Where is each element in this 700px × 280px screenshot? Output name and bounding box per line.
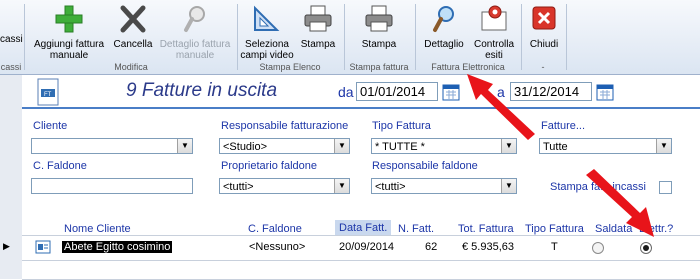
- cell-tipo-fattura: T: [551, 241, 558, 253]
- group-stampa-elenco: Stampa Elenco: [259, 62, 321, 72]
- incassi-button[interactable]: cassi: [0, 34, 23, 45]
- aggiungi-label: Aggiungi fattura manuale: [33, 39, 105, 61]
- ribbon-toolbar: cassi cassi Aggiungi fattura manuale Can…: [0, 0, 700, 75]
- add-plus-icon: [55, 5, 83, 33]
- tipo-fattura-label: Tipo Fattura: [372, 120, 431, 132]
- proprietario-faldone-value: <tutti>: [223, 181, 254, 193]
- ribbon-separator: [237, 4, 238, 70]
- close-icon: [532, 6, 556, 30]
- ribbon-separator: [344, 4, 345, 70]
- stampa-elenco-button[interactable]: Stampa: [296, 4, 340, 50]
- printer-icon: [365, 5, 393, 32]
- new-record-row: [22, 261, 700, 280]
- tipo-fattura-combo[interactable]: * TUTTE * ▼: [371, 138, 517, 154]
- responsabile-faldone-label: Responsabile faldone: [372, 160, 478, 172]
- dettaglio-button[interactable]: Dettaglio: [418, 4, 470, 50]
- chevron-down-icon[interactable]: ▼: [656, 139, 671, 153]
- cancella-button[interactable]: Cancella: [110, 4, 156, 50]
- fatture-value: Tutte: [543, 141, 568, 153]
- tipo-fattura-value: * TUTTE *: [375, 141, 425, 153]
- controlla-esiti-button[interactable]: Controlla esiti: [470, 4, 518, 61]
- responsabile-faldone-combo[interactable]: <tutti> ▼: [371, 178, 517, 194]
- fatture-combo[interactable]: Tutte ▼: [539, 138, 672, 154]
- dettaglio-manuale-label: Dettaglio fattura manuale: [159, 39, 231, 61]
- chiudi-button[interactable]: Chiudi: [524, 4, 564, 50]
- column-header-tot-fattura[interactable]: Tot. Fattura: [458, 223, 514, 235]
- group-stampa-fattura: Stampa fattura: [349, 62, 409, 72]
- calendar-icon[interactable]: [596, 83, 614, 101]
- record-selector-icon[interactable]: ▶: [3, 241, 10, 252]
- column-header-faldone[interactable]: C. Faldone: [248, 223, 302, 235]
- chevron-down-icon[interactable]: ▼: [177, 139, 192, 153]
- page-title: 9 Fatture in uscita: [126, 80, 278, 101]
- form-header: FT 9 Fatture in uscita da 01/01/2014 a 3…: [22, 75, 700, 109]
- aggiungi-fattura-manuale-button[interactable]: Aggiungi fattura manuale: [28, 4, 110, 61]
- dettaglio-fattura-manuale-button[interactable]: Dettaglio fattura manuale: [158, 4, 232, 61]
- cliente-label: Cliente: [33, 120, 68, 132]
- responsabile-fatturazione-combo[interactable]: <Studio> ▼: [219, 138, 350, 154]
- dettaglio-label: Dettaglio: [424, 39, 464, 50]
- chevron-down-icon[interactable]: ▼: [334, 139, 349, 153]
- chevron-down-icon[interactable]: ▼: [501, 139, 516, 153]
- proprietario-faldone-label: Proprietario faldone: [221, 160, 318, 172]
- ribbon-separator: [415, 4, 416, 70]
- chevron-down-icon[interactable]: ▼: [334, 179, 349, 193]
- printer-icon: [304, 5, 332, 32]
- faldone-label: C. Faldone: [33, 160, 87, 172]
- proprietario-faldone-combo[interactable]: <tutti> ▼: [219, 178, 350, 194]
- seleziona-label: Seleziona campi video: [240, 39, 294, 61]
- column-header-n-fatt[interactable]: N. Fatt.: [398, 223, 434, 235]
- stampa-elenco-label: Stampa: [300, 39, 336, 50]
- ribbon-separator: [24, 4, 25, 70]
- ribbon-separator: [566, 4, 567, 70]
- controlla-label: Controlla esiti: [473, 39, 515, 61]
- da-label: da: [338, 84, 354, 100]
- magnifier-disabled-icon: [184, 6, 205, 32]
- chiudi-label: Chiudi: [529, 39, 559, 50]
- cell-nome-cliente[interactable]: Abete Egitto cosimino: [62, 241, 173, 253]
- annotation-arrow-down: [586, 169, 654, 237]
- magnifier-icon: [433, 6, 454, 32]
- cancella-label: Cancella: [113, 39, 153, 50]
- seleziona-campi-video-button[interactable]: Seleziona campi video: [240, 4, 294, 61]
- chevron-down-icon[interactable]: ▼: [501, 179, 516, 193]
- stampa-fattura-button[interactable]: Stampa: [352, 4, 406, 50]
- stampa-fattura-label: Stampa: [361, 39, 397, 50]
- cancel-x-icon: [120, 5, 146, 33]
- responsabile-faldone-value: <tutti>: [375, 181, 406, 193]
- cell-faldone: <Nessuno>: [249, 241, 306, 253]
- faldone-field[interactable]: [31, 178, 193, 194]
- cliente-combo[interactable]: ▼: [31, 138, 193, 154]
- cell-data-fatt: 20/09/2014: [339, 241, 395, 253]
- group-incassi: cassi: [0, 62, 22, 72]
- annotation-arrow-up: [467, 74, 535, 140]
- incassi-button-label: cassi: [0, 34, 23, 45]
- invoice-document-icon: FT: [37, 78, 59, 106]
- set-square-icon: [254, 5, 280, 31]
- group-modifica: Modifica: [114, 62, 148, 72]
- responsabile-fatturazione-value: <Studio>: [223, 141, 268, 153]
- column-header-nome-cliente[interactable]: Nome Cliente: [64, 223, 131, 235]
- stamped-document-icon: [481, 5, 507, 31]
- cell-tot-fattura: € 5.935,63: [462, 241, 514, 253]
- column-header-data-fatt[interactable]: Data Fatt.: [335, 220, 392, 236]
- responsabile-fatturazione-label: Responsabile fatturazione: [221, 120, 349, 132]
- cell-n-fatt: 62: [425, 241, 438, 253]
- date-from-field[interactable]: 01/01/2014: [356, 82, 438, 101]
- open-record-icon[interactable]: [35, 239, 51, 255]
- svg-text:FT: FT: [44, 92, 52, 98]
